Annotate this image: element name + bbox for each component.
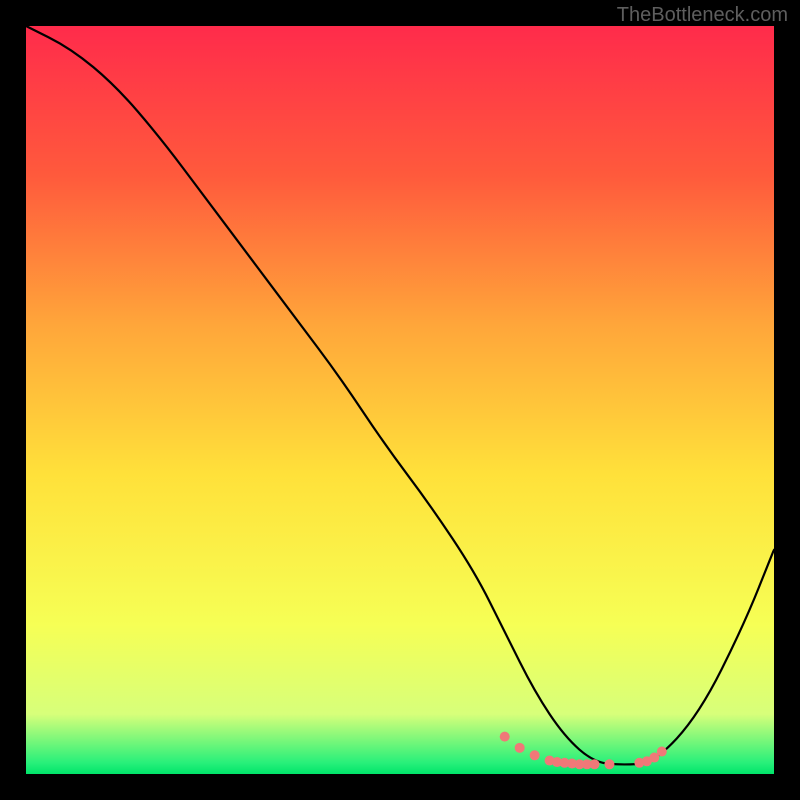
flat-marker xyxy=(589,759,599,769)
flat-marker xyxy=(500,732,510,742)
flat-marker xyxy=(604,759,614,769)
plot-area xyxy=(26,26,774,774)
watermark-text: TheBottleneck.com xyxy=(617,4,788,27)
flat-marker xyxy=(515,743,525,753)
chart-svg xyxy=(26,26,774,774)
gradient-background xyxy=(26,26,774,774)
flat-marker xyxy=(530,750,540,760)
flat-marker xyxy=(657,747,667,757)
chart-container: TheBottleneck.com xyxy=(0,0,800,800)
